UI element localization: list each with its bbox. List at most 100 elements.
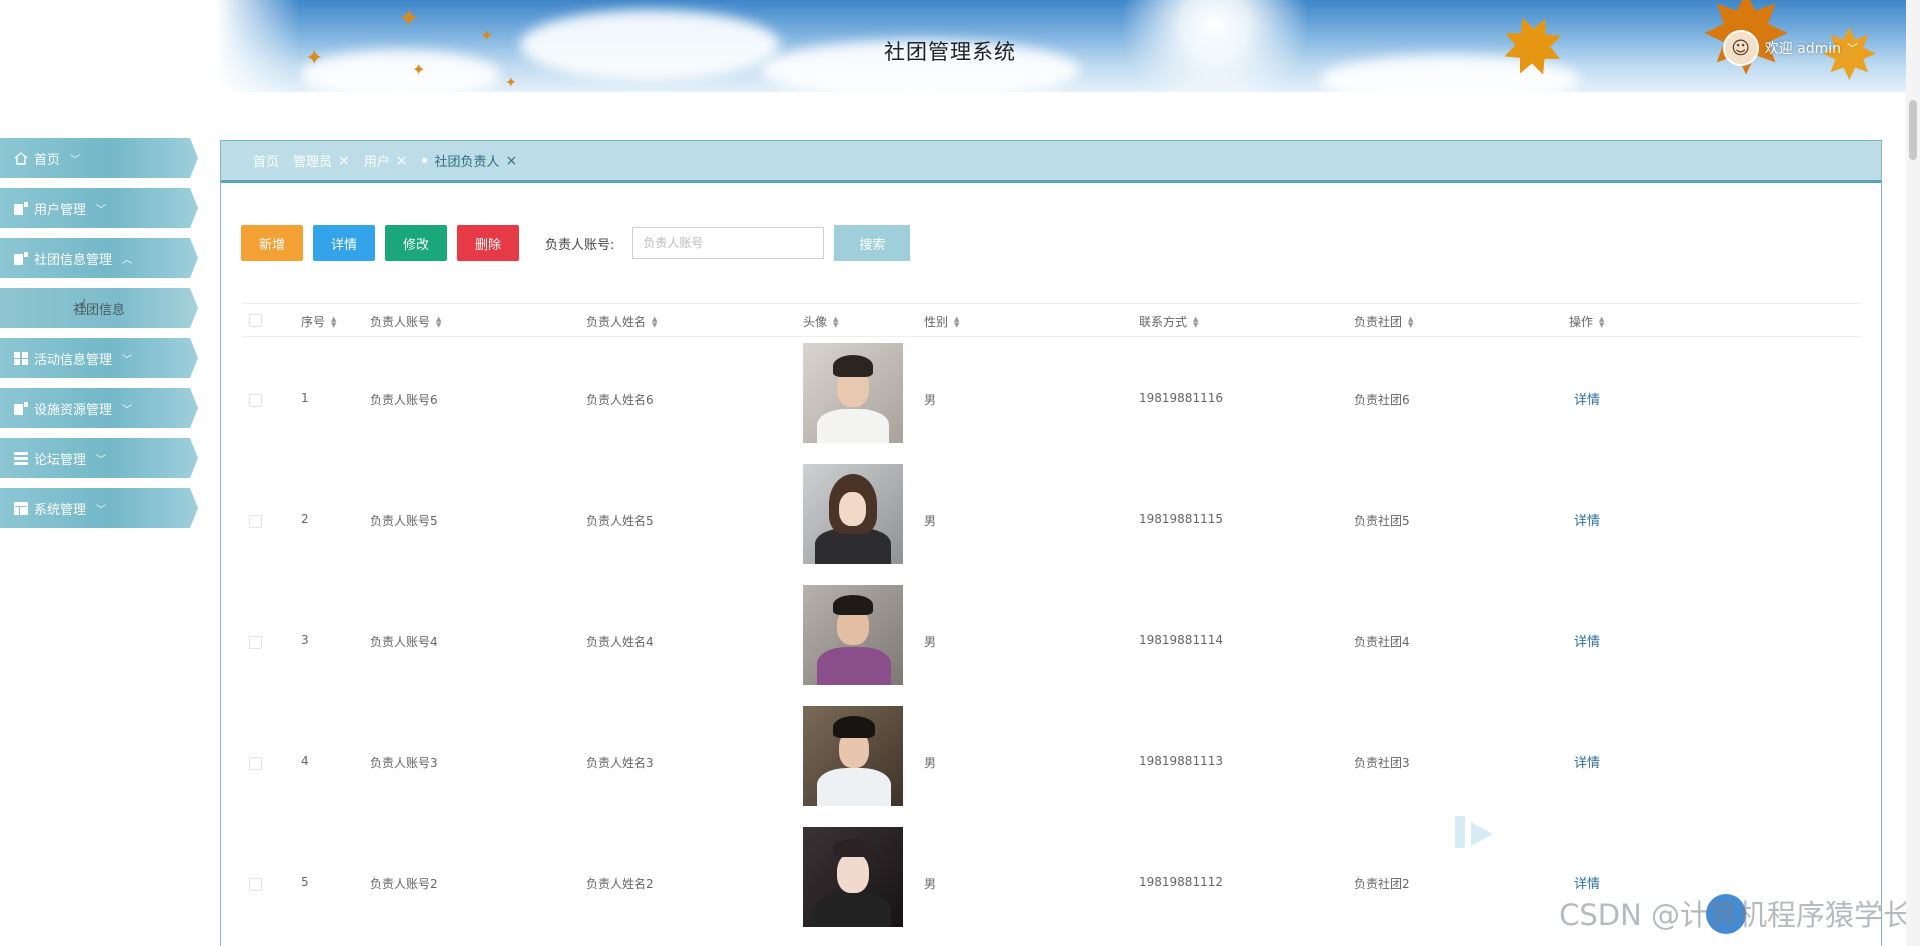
tab-label: 用户	[363, 155, 390, 170]
tab-club-leader[interactable]: 社团负责人 ×	[421, 151, 518, 170]
search-button[interactable]: 搜索	[834, 225, 911, 261]
sidebar-item-facility-management[interactable]: 设施资源管理 ﹀	[0, 388, 198, 428]
app-title: 社团管理系统	[884, 40, 1016, 64]
user-menu[interactable]: ☺ 欢迎 admin ﹀	[1722, 30, 1858, 66]
table-row[interactable]: 2 负责人账号5 负责人姓名5 男 19819881115 负责社团5 详情	[241, 458, 1861, 579]
delete-button[interactable]: 删除	[457, 225, 519, 261]
row-detail-link[interactable]: 详情	[1574, 873, 1600, 892]
column-label: 操作	[1569, 315, 1594, 329]
column-header-gender[interactable]: 性别 ▲ ▼	[924, 313, 959, 330]
close-icon[interactable]: ×	[338, 153, 350, 169]
sidebar-item-home[interactable]: 首页 ﹀	[0, 138, 198, 178]
cell-no: 5	[301, 875, 309, 889]
row-checkbox[interactable]	[249, 757, 262, 770]
column-label: 性别	[924, 315, 949, 329]
add-button[interactable]: 新增	[241, 225, 303, 261]
sidebar-item-label: 社团信息管理	[34, 252, 113, 268]
column-header-action[interactable]: 操作 ▲ ▼	[1569, 313, 1604, 330]
sidebar-item-label: 活动信息管理	[34, 352, 113, 368]
toolbar: 新增 详情 修改 删除 负责人账号: 搜索	[241, 225, 911, 261]
tab-admin[interactable]: 管理员 ×	[293, 151, 350, 171]
header-banner: ✦ ✦ ✦ ✦ ✦ ✸ ✸ ✸ 社团管理系统 ☺ 欢迎 admin ﹀	[0, 0, 1920, 92]
cell-no: 1	[301, 391, 309, 405]
edit-button[interactable]: 修改	[385, 225, 447, 261]
doc-icon	[14, 251, 28, 265]
cell-phone: 19819881112	[1139, 875, 1223, 889]
table-row[interactable]: 3 负责人账号4 负责人姓名4 男 19819881114 负责社团4 详情	[241, 579, 1861, 700]
column-header-account[interactable]: 负责人账号 ▲ ▼	[370, 313, 441, 330]
play-decor-icon	[1455, 816, 1493, 848]
sidebar-item-forum-management[interactable]: 论坛管理 ﹀	[0, 438, 198, 478]
row-checkbox[interactable]	[249, 515, 262, 528]
chevron-down-icon: ﹀	[122, 404, 133, 416]
cell-club: 负责社团3	[1354, 756, 1410, 770]
sort-icon: ▲ ▼	[331, 314, 337, 329]
sidebar-item-label: 论坛管理	[34, 452, 87, 468]
column-header-phone[interactable]: 联系方式 ▲ ▼	[1139, 313, 1198, 330]
select-all-checkbox[interactable]	[249, 314, 262, 327]
column-label: 负责社团	[1354, 315, 1403, 329]
scrollbar-thumb[interactable]	[1909, 100, 1917, 160]
leaf-icon: ✦	[505, 75, 517, 91]
sidebar-item-label: 首页	[34, 152, 61, 168]
sort-icon: ▲ ▼	[436, 314, 442, 329]
tab-home[interactable]: 首页	[253, 151, 279, 170]
cell-phone: 19819881113	[1139, 754, 1223, 768]
tab-label: 首页	[253, 155, 280, 170]
row-checkbox[interactable]	[249, 394, 262, 407]
cell-name: 负责人姓名6	[586, 393, 654, 407]
chevron-down-icon: ﹀	[96, 204, 107, 216]
sort-icon: ▲ ▼	[652, 314, 658, 329]
sidebar-item-label: 用户管理	[34, 202, 87, 218]
column-header-name[interactable]: 负责人姓名 ▲ ▼	[586, 313, 657, 330]
user-icon	[14, 201, 28, 215]
table-row[interactable]: 4 负责人账号3 负责人姓名3 男 19819881113 负责社团3 详情	[241, 700, 1861, 821]
cell-name: 负责人姓名2	[586, 877, 654, 891]
cell-phone: 19819881116	[1139, 391, 1223, 405]
chevron-down-icon: ﹀	[70, 154, 81, 166]
sidebar-item-user-management[interactable]: 用户管理 ﹀	[0, 188, 198, 228]
table-row[interactable]: 1 负责人账号6 负责人姓名6 男 19819881116 负责社团6 详情	[241, 337, 1861, 458]
cell-name: 负责人姓名4	[586, 635, 654, 649]
page-scrollbar[interactable]	[1906, 0, 1920, 946]
row-detail-link[interactable]: 详情	[1574, 631, 1600, 650]
sidebar-item-label: 设施资源管理	[34, 402, 113, 418]
chevron-down-icon: ﹀	[96, 504, 107, 516]
sort-icon: ▲ ▼	[1408, 314, 1414, 329]
sidebar: 首页 ﹀ 用户管理 ﹀ 社团信息管理 ︿ 社团信息 活动信息管理 ﹀ 设施资源管…	[0, 138, 200, 538]
row-detail-link[interactable]: 详情	[1574, 510, 1600, 529]
avatar-image	[803, 827, 903, 927]
cell-phone: 19819881115	[1139, 512, 1223, 526]
row-checkbox[interactable]	[249, 636, 262, 649]
cell-account: 负责人账号6	[370, 393, 438, 407]
sort-icon: ▲ ▼	[1599, 314, 1605, 329]
tab-user[interactable]: 用户 ×	[363, 151, 408, 171]
sidebar-subitem-club-info[interactable]: 社团信息	[0, 288, 198, 328]
row-detail-link[interactable]: 详情	[1574, 752, 1600, 771]
search-label: 负责人账号:	[545, 237, 615, 253]
chevron-down-icon: ﹀	[96, 454, 107, 466]
cell-club: 负责社团6	[1354, 393, 1410, 407]
tab-bar: 首页 管理员 × 用户 × 社团负责人 ×	[221, 141, 1881, 183]
main-panel: 首页 管理员 × 用户 × 社团负责人 × 新增 详情 修改 删除 负责人账号:…	[220, 140, 1882, 946]
doc-icon	[14, 401, 28, 415]
column-header-club[interactable]: 负责社团 ▲ ▼	[1354, 313, 1413, 330]
cell-club: 负责社团4	[1354, 635, 1410, 649]
search-input[interactable]	[632, 227, 825, 259]
sort-icon: ▲ ▼	[954, 314, 960, 329]
grid-icon	[14, 351, 28, 365]
sidebar-item-system-management[interactable]: 系统管理 ﹀	[0, 488, 198, 528]
sidebar-item-activity-management[interactable]: 活动信息管理 ﹀	[0, 338, 198, 378]
welcome-text: 欢迎 admin	[1764, 41, 1841, 57]
cell-gender: 男	[924, 756, 937, 770]
column-header-no[interactable]: 序号 ▲ ▼	[301, 313, 336, 330]
sidebar-item-club-info-management[interactable]: 社团信息管理 ︿	[0, 238, 198, 278]
row-checkbox[interactable]	[249, 878, 262, 891]
close-icon[interactable]: ×	[396, 153, 408, 169]
close-icon[interactable]: ×	[506, 153, 518, 169]
detail-button[interactable]: 详情	[313, 225, 375, 261]
cell-gender: 男	[924, 877, 937, 891]
cell-name: 负责人姓名5	[586, 514, 654, 528]
column-header-avatar[interactable]: 头像 ▲ ▼	[803, 313, 838, 330]
row-detail-link[interactable]: 详情	[1574, 389, 1600, 408]
